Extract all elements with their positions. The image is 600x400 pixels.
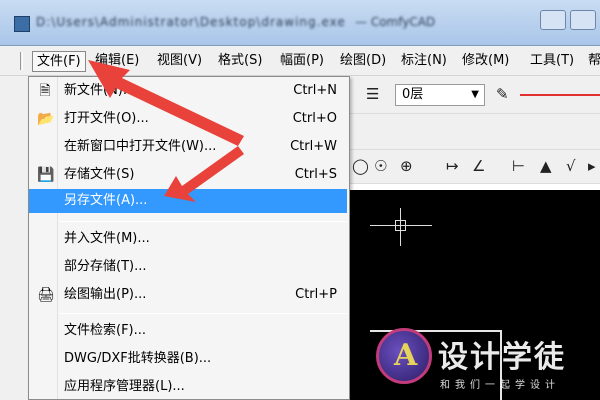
menu-item-label: 文件检索(F)... (64, 323, 147, 338)
line-color-preview (520, 94, 600, 96)
watermark: A 设计学徒 和我们一起学设计 (376, 322, 600, 400)
menu-item-label: 新文件(N)... (64, 83, 136, 98)
angle-dimension-icon[interactable]: ∠ (472, 157, 485, 175)
menu-view[interactable]: 视图(V) (153, 51, 206, 72)
new-file-icon: 🗎 (39, 83, 51, 99)
open-folder-icon: 📂 (37, 111, 55, 127)
title-bar: D:\Users\Administrator\Desktop\drawing.e… (0, 0, 600, 46)
window-title: D:\Users\Administrator\Desktop\drawing.e… (36, 15, 346, 29)
menu-dimension[interactable]: 标注(N) (397, 51, 451, 72)
menu-item-label: 存储文件(S) (64, 167, 135, 182)
linetype-icon[interactable]: ✎ (496, 85, 509, 103)
menu-item-label: 在新窗口中打开文件(W)... (64, 139, 217, 154)
menu-file[interactable]: 文件(F) (32, 51, 86, 72)
menu-edit[interactable]: 编辑(E) (91, 51, 143, 72)
menu-separator (59, 221, 347, 222)
snap-icon[interactable]: ☉ (374, 157, 387, 175)
menu-tools[interactable]: 工具(T) (526, 51, 578, 72)
menu-item-file-search[interactable]: 文件检索(F)... (29, 319, 347, 343)
menu-item-merge-file[interactable]: 并入文件(M)... (29, 227, 347, 251)
menu-item-label: DWG/DXF批转换器(B)... (64, 351, 212, 366)
menu-item-shortcut: Ctrl+W (290, 139, 337, 154)
menu-item-shortcut: Ctrl+N (293, 83, 337, 98)
watermark-logo-letter: A (394, 338, 418, 373)
weld-icon[interactable]: ▸ (588, 157, 596, 175)
watermark-logo: A (376, 328, 432, 384)
menu-item-new-file[interactable]: 🗎 新文件(N)... Ctrl+N (29, 79, 347, 103)
menu-modify[interactable]: 修改(M) (458, 51, 513, 72)
layer-select[interactable]: 0层 ▼ (395, 84, 485, 106)
menu-help[interactable]: 帮 (584, 51, 600, 72)
menu-draw[interactable]: 绘图(D) (336, 51, 390, 72)
menu-item-shortcut: Ctrl+P (295, 287, 337, 302)
circle-icon[interactable]: ◯ (352, 157, 369, 175)
menu-item-label: 绘图输出(P)... (64, 287, 147, 302)
menu-item-plot-output[interactable]: 🖨 绘图输出(P)... Ctrl+P (29, 283, 347, 307)
center-mark-icon[interactable]: ⊕ (400, 157, 413, 175)
menu-page[interactable]: 幅面(P) (276, 51, 328, 72)
menu-item-shortcut: Ctrl+O (292, 111, 337, 126)
crosshair-pickbox (395, 220, 406, 231)
menu-item-app-manager[interactable]: 应用程序管理器(L)... (29, 375, 347, 399)
menu-item-label: 并入文件(M)... (64, 231, 150, 246)
menu-format[interactable]: 格式(S) (214, 51, 266, 72)
minimize-button[interactable] (540, 10, 566, 30)
menubar-grip[interactable] (20, 52, 23, 70)
save-disk-icon: 💾 (37, 167, 55, 183)
menu-item-label: 部分存储(T)... (64, 259, 147, 274)
menu-item-save-as[interactable]: 另存文件(A)... (29, 189, 347, 213)
layer-select-value: 0层 (402, 87, 424, 102)
chevron-down-icon[interactable]: ▼ (471, 85, 479, 105)
menu-item-label: 打开文件(O)... (64, 111, 149, 126)
menu-item-label: 应用程序管理器(L)... (64, 379, 185, 394)
file-menu-dropdown: 🗎 新文件(N)... Ctrl+N 📂 打开文件(O)... Ctrl+O 在… (28, 76, 350, 400)
tolerance-icon[interactable]: ⊢ (512, 157, 525, 175)
menu-item-shortcut: Ctrl+S (294, 167, 337, 182)
menu-item-batch-converter[interactable]: DWG/DXF批转换器(B)... (29, 347, 347, 371)
layer-icon[interactable]: ☰ (366, 85, 379, 103)
menu-item-open-file[interactable]: 📂 打开文件(O)... Ctrl+O (29, 107, 347, 131)
linear-dimension-icon[interactable]: ↦ (446, 157, 459, 175)
watermark-text: 设计学徒 (438, 340, 566, 375)
menu-item-label: 另存文件(A)... (64, 193, 148, 208)
menu-item-save-file[interactable]: 💾 存储文件(S) Ctrl+S (29, 163, 347, 187)
window-title-suffix: — ComfyCAD (355, 15, 436, 29)
maximize-button[interactable] (570, 10, 596, 30)
menu-bar: 文件(F) 编辑(E) 视图(V) 格式(S) 幅面(P) 绘图(D) 标注(N… (0, 46, 600, 76)
surface-finish-icon[interactable]: √ (566, 157, 576, 175)
watermark-subtext: 和我们一起学设计 (440, 380, 560, 391)
menu-item-partial-save[interactable]: 部分存储(T)... (29, 255, 347, 279)
menu-item-open-new-window[interactable]: 在新窗口中打开文件(W)... Ctrl+W (29, 135, 347, 159)
app-icon (14, 16, 30, 32)
datum-icon[interactable]: ▲ (540, 157, 552, 175)
printer-icon: 🖨 (37, 287, 55, 303)
menu-separator (59, 313, 347, 314)
